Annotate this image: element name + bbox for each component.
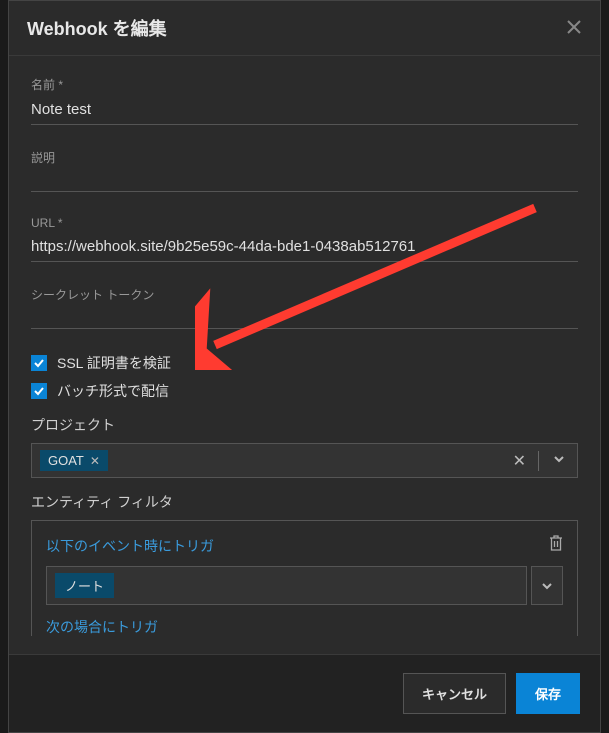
batch-delivery-row: バッチ形式で配信 bbox=[31, 381, 578, 401]
entity-select-row: ノート bbox=[46, 566, 563, 605]
description-label: 説明 bbox=[31, 149, 578, 166]
trash-icon bbox=[549, 535, 563, 551]
project-clear-button[interactable]: ✕ bbox=[507, 451, 532, 471]
entity-tag: ノート bbox=[55, 573, 114, 598]
description-input[interactable] bbox=[31, 170, 578, 192]
project-section-label: プロジェクト bbox=[31, 415, 578, 435]
dialog-title: Webhook を編集 bbox=[27, 15, 167, 41]
project-input[interactable]: GOAT ✕ ✕ bbox=[31, 443, 578, 478]
url-label: URL * bbox=[31, 216, 578, 230]
ssl-verify-row: SSL 証明書を検証 bbox=[31, 353, 578, 373]
save-button[interactable]: 保存 bbox=[516, 673, 580, 714]
chevron-down-icon bbox=[553, 453, 565, 465]
dialog-header: Webhook を編集 bbox=[9, 1, 600, 56]
project-tag-label: GOAT bbox=[48, 453, 84, 468]
close-icon bbox=[566, 19, 582, 35]
dialog-body: 名前 * 説明 URL * シークレット トークン SSL 証明書を検証 バッチ… bbox=[9, 56, 600, 636]
delete-filter-button[interactable] bbox=[549, 535, 563, 556]
dialog-footer: キャンセル 保存 bbox=[9, 654, 600, 732]
batch-delivery-checkbox[interactable] bbox=[31, 383, 47, 399]
filter-header: 以下のイベント時にトリガ bbox=[46, 535, 563, 556]
trigger-when-label: 次の場合にトリガ bbox=[46, 617, 563, 636]
project-tag: GOAT ✕ bbox=[40, 450, 108, 471]
url-field-group: URL * bbox=[31, 216, 578, 262]
name-label: 名前 * bbox=[31, 76, 578, 93]
ssl-verify-checkbox[interactable] bbox=[31, 355, 47, 371]
entity-select[interactable]: ノート bbox=[46, 566, 527, 605]
project-tag-remove[interactable]: ✕ bbox=[90, 454, 100, 468]
check-icon bbox=[33, 357, 45, 369]
chevron-down-icon bbox=[541, 580, 553, 592]
name-input[interactable] bbox=[31, 97, 578, 125]
check-icon bbox=[33, 385, 45, 397]
webhook-edit-dialog: Webhook を編集 名前 * 説明 URL * シークレット トークン SS… bbox=[8, 0, 601, 733]
description-field-group: 説明 bbox=[31, 149, 578, 192]
secret-token-input[interactable] bbox=[31, 307, 578, 329]
name-field-group: 名前 * bbox=[31, 76, 578, 125]
project-dropdown-button[interactable] bbox=[545, 452, 569, 470]
secret-token-label: シークレット トークン bbox=[31, 286, 578, 303]
batch-delivery-label: バッチ形式で配信 bbox=[57, 381, 169, 401]
trigger-events-label: 以下のイベント時にトリガ bbox=[46, 536, 214, 556]
secret-token-field-group: シークレット トークン bbox=[31, 286, 578, 329]
close-button[interactable] bbox=[566, 17, 582, 39]
entity-filter-label: エンティティ フィルタ bbox=[31, 492, 578, 512]
url-input[interactable] bbox=[31, 234, 578, 262]
ssl-verify-label: SSL 証明書を検証 bbox=[57, 353, 171, 373]
entity-dropdown-button[interactable] bbox=[531, 566, 563, 605]
entity-filter-box: 以下のイベント時にトリガ ノート 次の場合にトリガ bbox=[31, 520, 578, 636]
cancel-button[interactable]: キャンセル bbox=[403, 673, 506, 714]
